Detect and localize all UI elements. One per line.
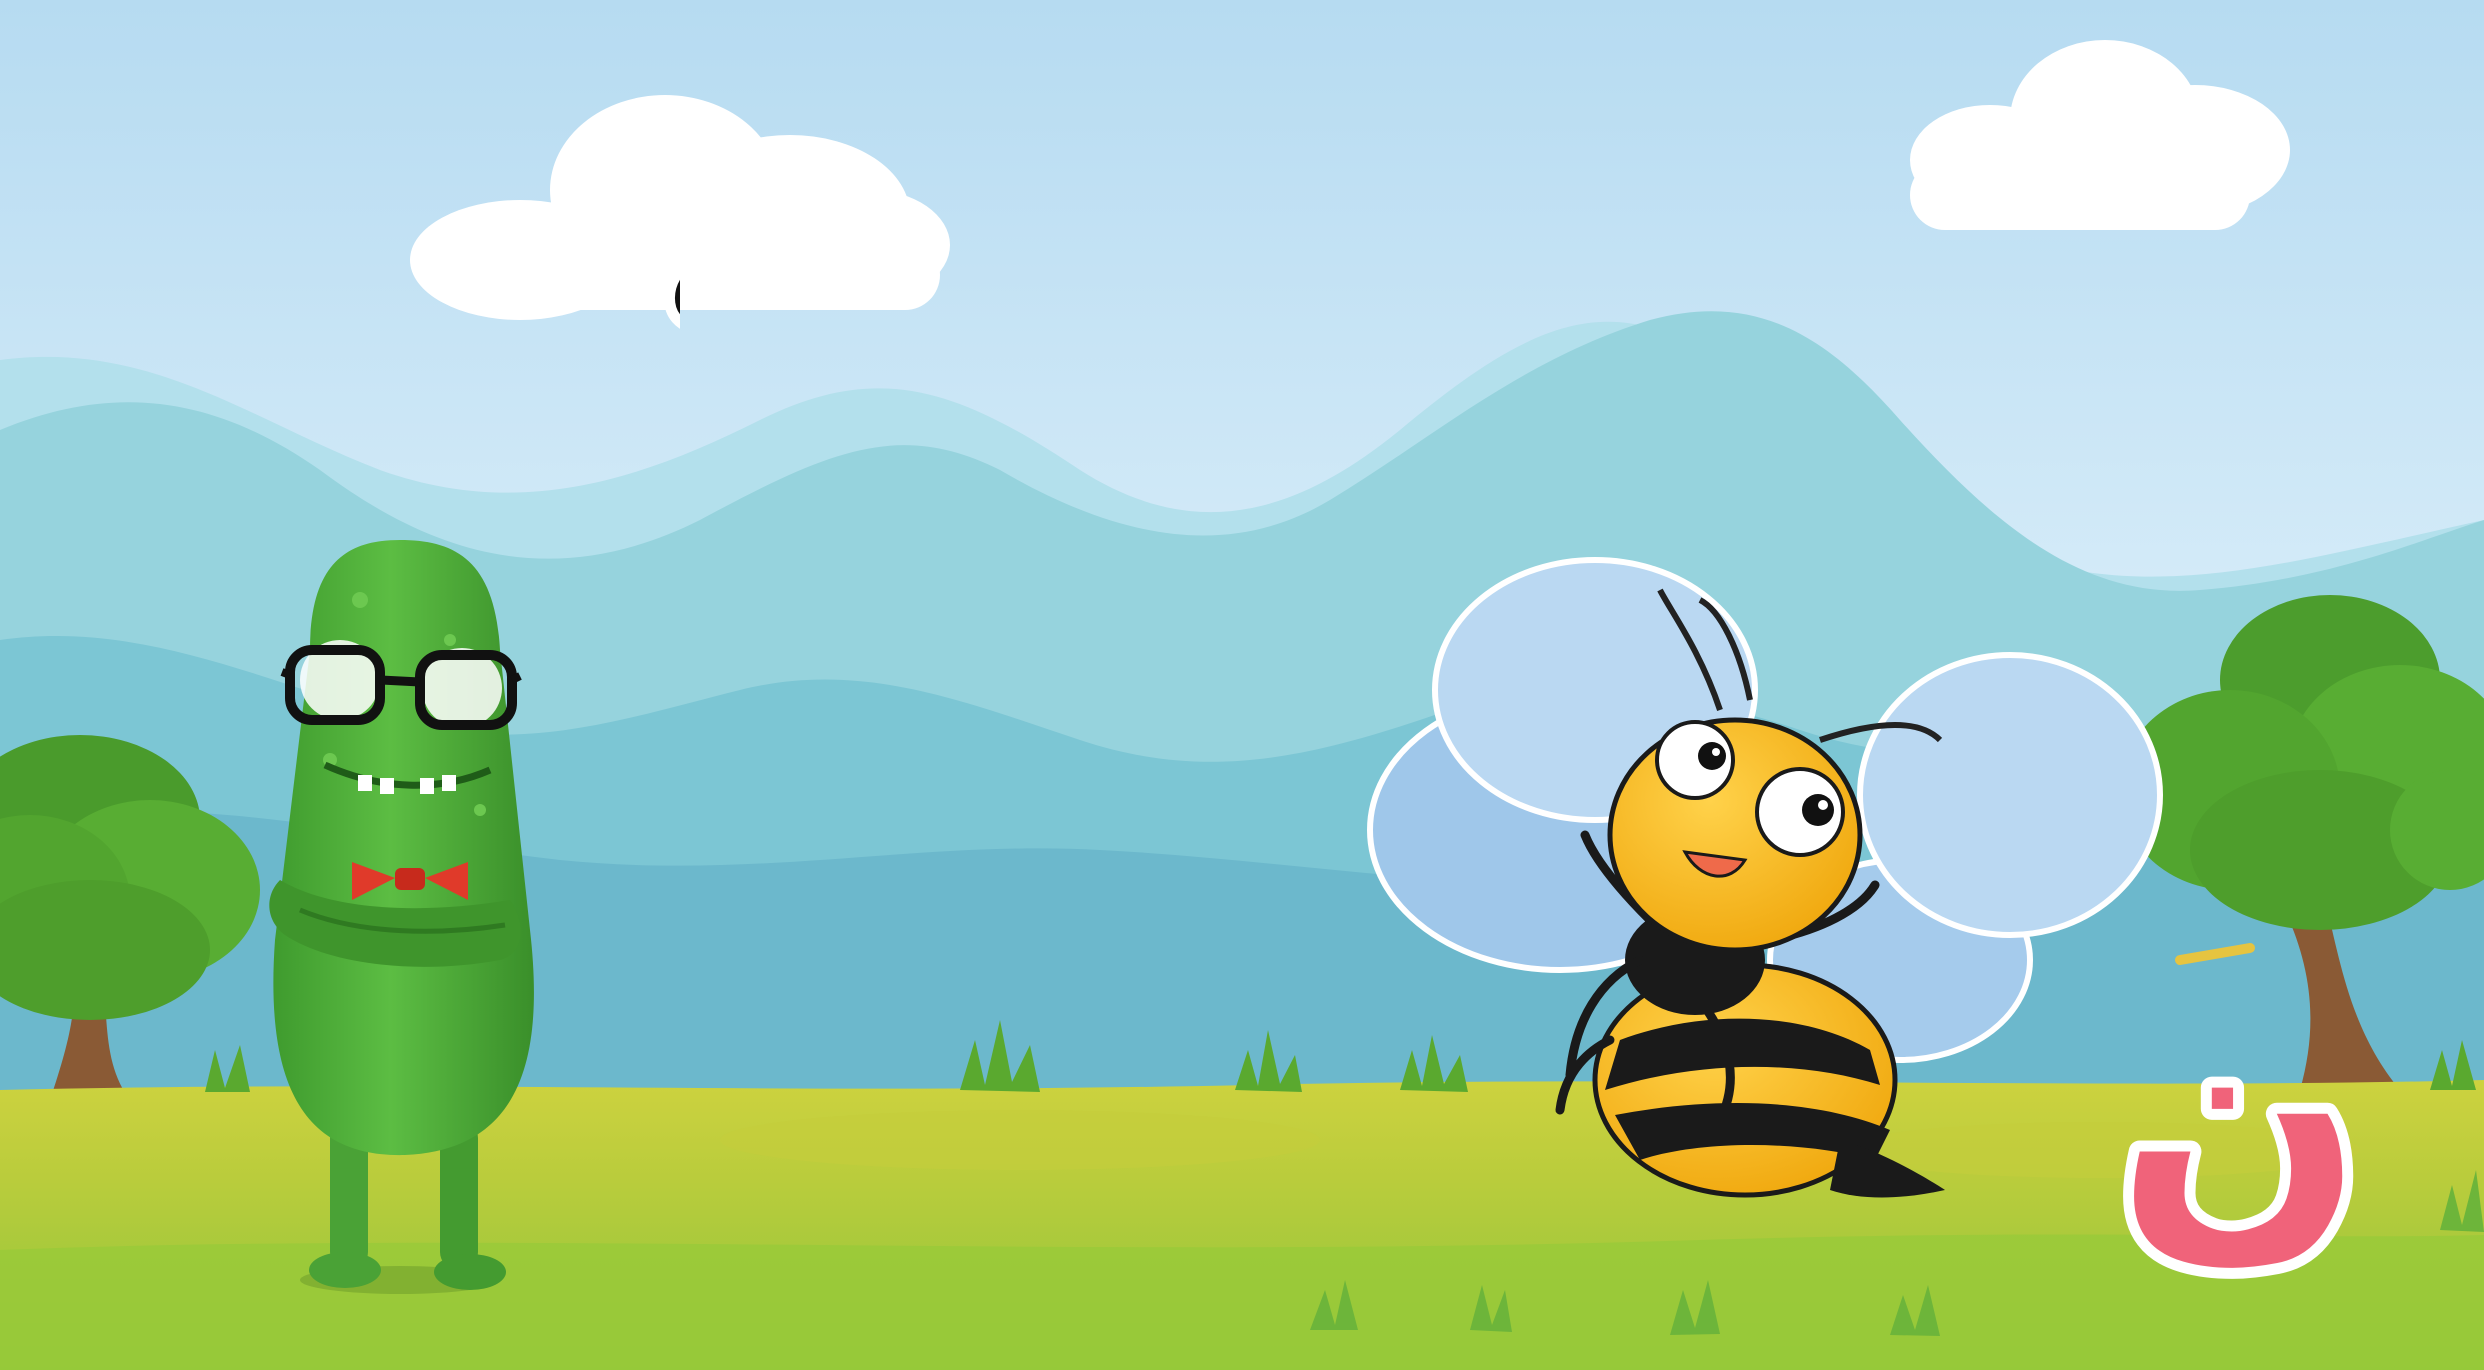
arabic-word: نَحْلَة نَحْلَة (649, 101, 680, 396)
cartoon-scene: نَحْلَة نَحْلَة ن ن (0, 0, 2484, 1370)
arabic-word-text: نَحْلَة (660, 112, 680, 385)
arabic-letter-text: ن (2116, 952, 2364, 1289)
arabic-word-rest: حْلَة (660, 112, 680, 385)
arabic-letter: ن ن (2105, 941, 2375, 1300)
